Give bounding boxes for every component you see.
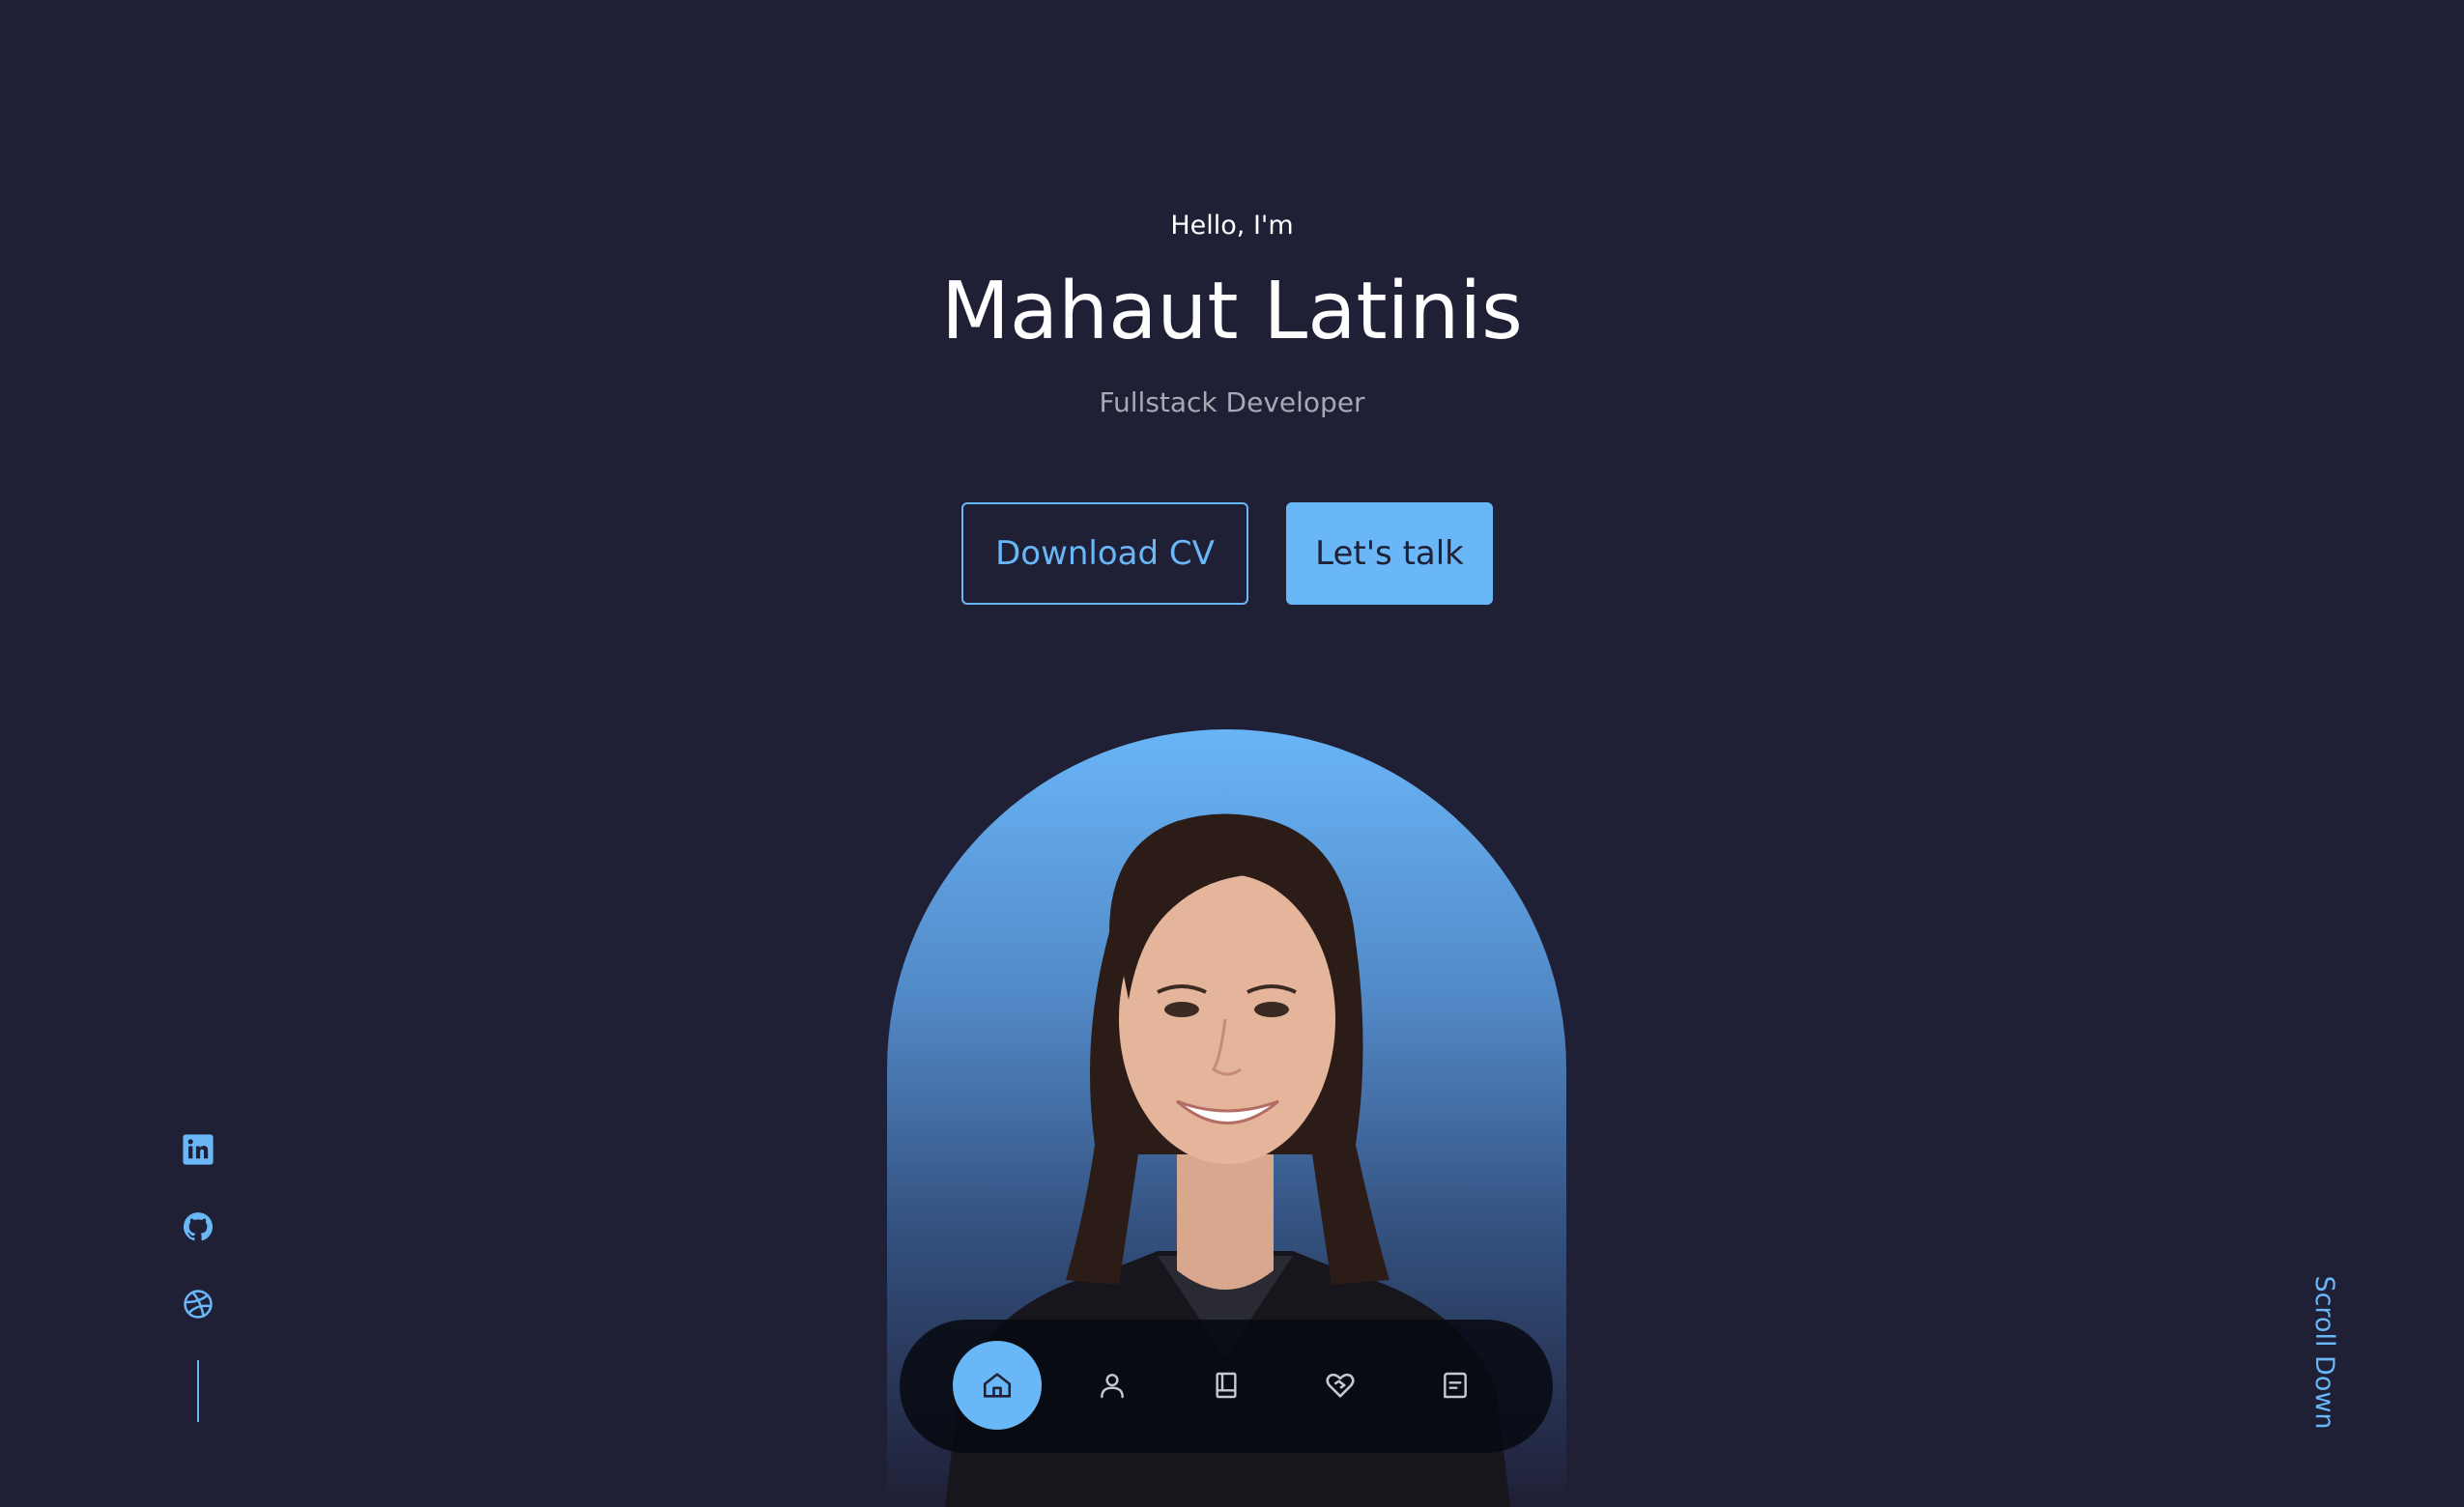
social-divider-line: [197, 1360, 199, 1422]
nav-experience[interactable]: [1182, 1341, 1271, 1430]
github-link[interactable]: [181, 1209, 215, 1244]
hero-role: Fullstack Developer: [1099, 386, 1365, 418]
nav-services[interactable]: [1296, 1341, 1385, 1430]
lets-talk-button[interactable]: Let's talk: [1286, 502, 1493, 605]
download-cv-button[interactable]: Download CV: [961, 502, 1248, 605]
bottom-nav: [900, 1320, 1553, 1453]
page: Hello, I'm Mahaut Latinis Fullstack Deve…: [0, 0, 2464, 1507]
nav-home[interactable]: [953, 1341, 1042, 1430]
github-icon: [183, 1212, 214, 1241]
book-icon: [1216, 1372, 1237, 1399]
heart-handshake-icon: [1326, 1373, 1355, 1398]
message-icon: [1444, 1372, 1467, 1399]
nav-about[interactable]: [1068, 1341, 1157, 1430]
linkedin-link[interactable]: [181, 1132, 215, 1167]
user-icon: [1101, 1374, 1124, 1399]
home-icon: [983, 1373, 1012, 1398]
scroll-down-link[interactable]: Scroll Down: [2306, 1270, 2341, 1435]
greeting-text: Hello, I'm: [1170, 211, 1294, 241]
dribbble-link[interactable]: [181, 1287, 215, 1322]
linkedin-icon: [183, 1134, 214, 1165]
nav-contact[interactable]: [1411, 1341, 1500, 1430]
hero-name: Mahaut Latinis: [941, 266, 1523, 357]
dribbble-icon: [184, 1290, 213, 1319]
